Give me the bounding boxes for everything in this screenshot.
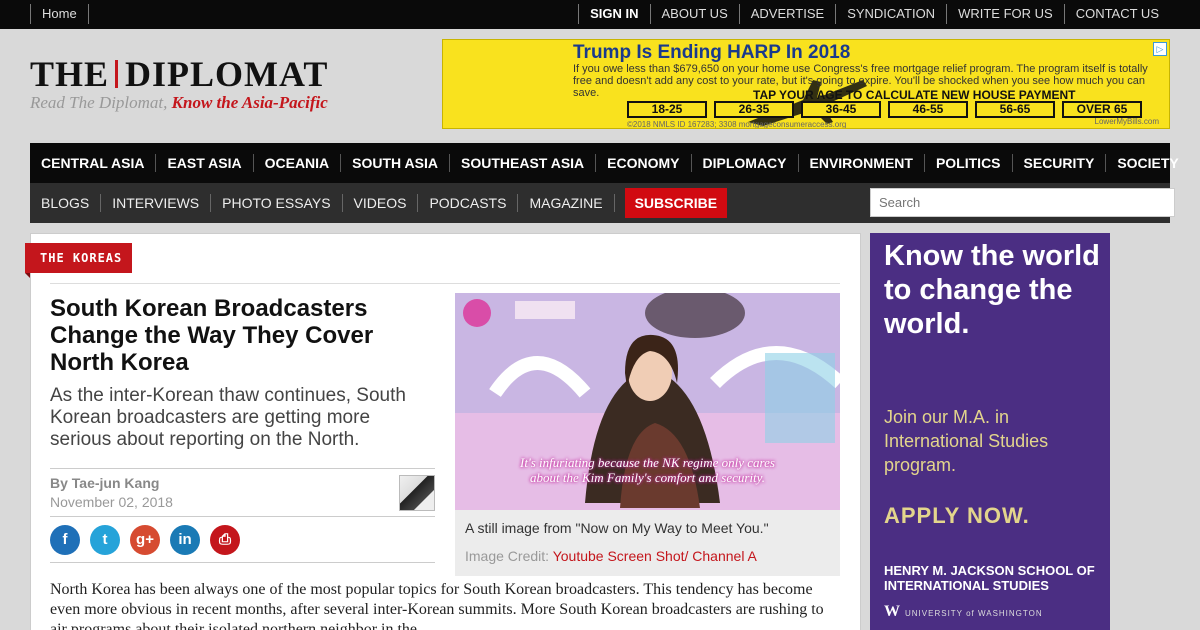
google-plus-icon[interactable]: g+ [130, 525, 160, 555]
print-icon[interactable]: ⎙ [210, 525, 240, 555]
article-title: South Korean Broadcasters Change the Way… [50, 295, 374, 376]
category-tag[interactable]: THE KOREAS [25, 243, 133, 278]
age-button-46-55[interactable]: 46-55 [888, 101, 968, 118]
school-name: HENRY M. JACKSON SCHOOL OF INTERNATIONAL… [884, 563, 1095, 593]
apply-now-button[interactable]: APPLY NOW. [884, 503, 1030, 529]
nav-blogs[interactable]: BLOGS [30, 194, 102, 212]
nav-security[interactable]: SECURITY [1013, 154, 1107, 172]
uw-name: UNIVERSITY of WASHINGTON [905, 609, 1043, 618]
divider [50, 562, 435, 563]
home-link[interactable]: Home [30, 4, 89, 24]
nav-central-asia[interactable]: CENTRAL ASIA [30, 154, 157, 172]
divider [50, 516, 435, 517]
twitter-icon[interactable]: t [90, 525, 120, 555]
top-links: SIGN IN ABOUT US ADVERTISE SYNDICATION W… [578, 4, 1170, 24]
image-subtitle: It's infuriating because the NK regime o… [455, 455, 840, 485]
nav-south-asia[interactable]: SOUTH ASIA [341, 154, 450, 172]
image-caption: A still image from "Now on My Way to Mee… [465, 520, 769, 536]
age-button-26-35[interactable]: 26-35 [714, 101, 794, 118]
facebook-icon[interactable]: f [50, 525, 80, 555]
logo-divider [115, 60, 119, 88]
ad-brand: LowerMyBills.com [1094, 117, 1159, 126]
syndication-link[interactable]: SYNDICATION [835, 4, 946, 24]
age-button-36-45[interactable]: 36-45 [801, 101, 881, 118]
divider [50, 468, 435, 469]
logo-right: DIPLOMAT [125, 54, 329, 94]
university-logo: W UNIVERSITY of WASHINGTON [884, 603, 1043, 621]
nav-economy[interactable]: ECONOMY [596, 154, 692, 172]
sidebar-ad[interactable]: Know the world to change the world. Join… [870, 233, 1110, 630]
sidebar-ad-pitch: Join our M.A. in International Studies p… [884, 407, 1049, 475]
nav-politics[interactable]: POLITICS [925, 154, 1013, 172]
article-image[interactable]: It's infuriating because the NK regime o… [455, 293, 840, 510]
nav-videos[interactable]: VIDEOS [343, 194, 419, 212]
nav-southeast-asia[interactable]: SOUTHEAST ASIA [450, 154, 597, 172]
publish-date: November 02, 2018 [50, 494, 173, 510]
sidebar-ad-headline: Know the world to change the world. [884, 240, 1100, 340]
nav-environment[interactable]: ENVIRONMENT [799, 154, 925, 172]
age-button-18-25[interactable]: 18-25 [627, 101, 707, 118]
secondary-nav: BLOGS INTERVIEWS PHOTO ESSAYS VIDEOS POD… [30, 183, 1175, 223]
adchoices-icon[interactable]: ▷ [1153, 42, 1167, 56]
article-figure: It's infuriating because the NK regime o… [455, 293, 840, 576]
ad-cta: TAP YOUR AGE TO CALCULATE NEW HOUSE PAYM… [753, 88, 1076, 102]
tagline-prefix: Read The Diplomat, [30, 93, 168, 112]
contact-us-link[interactable]: CONTACT US [1063, 4, 1170, 24]
logo-tagline: Read The Diplomat, Know the Asia-Pacific [30, 93, 328, 113]
age-button-56-65[interactable]: 56-65 [975, 101, 1055, 118]
tagline-emphasis: Know the Asia-Pacific [171, 93, 328, 112]
logo-left: THE [30, 54, 110, 94]
about-us-link[interactable]: ABOUT US [649, 4, 739, 24]
share-buttons: f t g+ in ⎙ [50, 525, 240, 555]
banner-ad[interactable]: Trump Is Ending HARP In 2018 If you owe … [442, 39, 1170, 129]
primary-nav: CENTRAL ASIA EAST ASIA OCEANIA SOUTH ASI… [30, 143, 1179, 183]
site-logo[interactable]: THE DIPLOMAT Read The Diplomat, Know the … [30, 55, 328, 113]
nav-interviews[interactable]: INTERVIEWS [101, 194, 212, 212]
article-body: North Korea has been always one of the m… [50, 581, 824, 630]
nav-oceania[interactable]: OCEANIA [254, 154, 342, 172]
image-credit: Image Credit: Youtube Screen Shot/ Chann… [465, 548, 757, 564]
divider [50, 283, 840, 284]
credit-label: Image Credit: [465, 548, 550, 564]
advertise-link[interactable]: ADVERTISE [738, 4, 835, 24]
author-avatar[interactable] [399, 475, 435, 511]
top-bar: Home SIGN IN ABOUT US ADVERTISE SYNDICAT… [0, 0, 1200, 29]
nav-east-asia[interactable]: EAST ASIA [156, 154, 254, 172]
article-subtitle: As the inter-Korean thaw continues, Sout… [50, 385, 406, 450]
subscribe-button[interactable]: SUBSCRIBE [624, 188, 728, 218]
sign-in-link[interactable]: SIGN IN [578, 4, 649, 24]
credit-link[interactable]: Youtube Screen Shot/ Channel A [553, 548, 757, 564]
nav-society[interactable]: SOCIETY [1106, 154, 1189, 172]
uw-mark: W [884, 603, 901, 620]
ad-fine-print: ©2018 NMLS ID 167283; 3308 mortgageconsu… [627, 120, 847, 129]
linkedin-icon[interactable]: in [170, 525, 200, 555]
nav-diplomacy[interactable]: DIPLOMACY [692, 154, 799, 172]
write-for-us-link[interactable]: WRITE FOR US [946, 4, 1064, 24]
image-subtitle-line-1: It's infuriating because the NK regime o… [520, 455, 775, 470]
nav-podcasts[interactable]: PODCASTS [418, 194, 519, 212]
author-byline[interactable]: By Tae-jun Kang [50, 475, 159, 491]
ad-headline: Trump Is Ending HARP In 2018 [573, 42, 851, 63]
logo-wordmark: THE DIPLOMAT [30, 55, 328, 93]
ad-age-buttons: 18-25 26-35 36-45 46-55 56-65 OVER 65 [627, 101, 1142, 118]
age-button-over-65[interactable]: OVER 65 [1062, 101, 1142, 118]
nav-magazine[interactable]: MAGAZINE [518, 194, 615, 212]
search-input[interactable] [870, 188, 1175, 217]
nav-photo-essays[interactable]: PHOTO ESSAYS [211, 194, 343, 212]
image-subtitle-line-2: about the Kim Family's comfort and secur… [530, 470, 765, 485]
